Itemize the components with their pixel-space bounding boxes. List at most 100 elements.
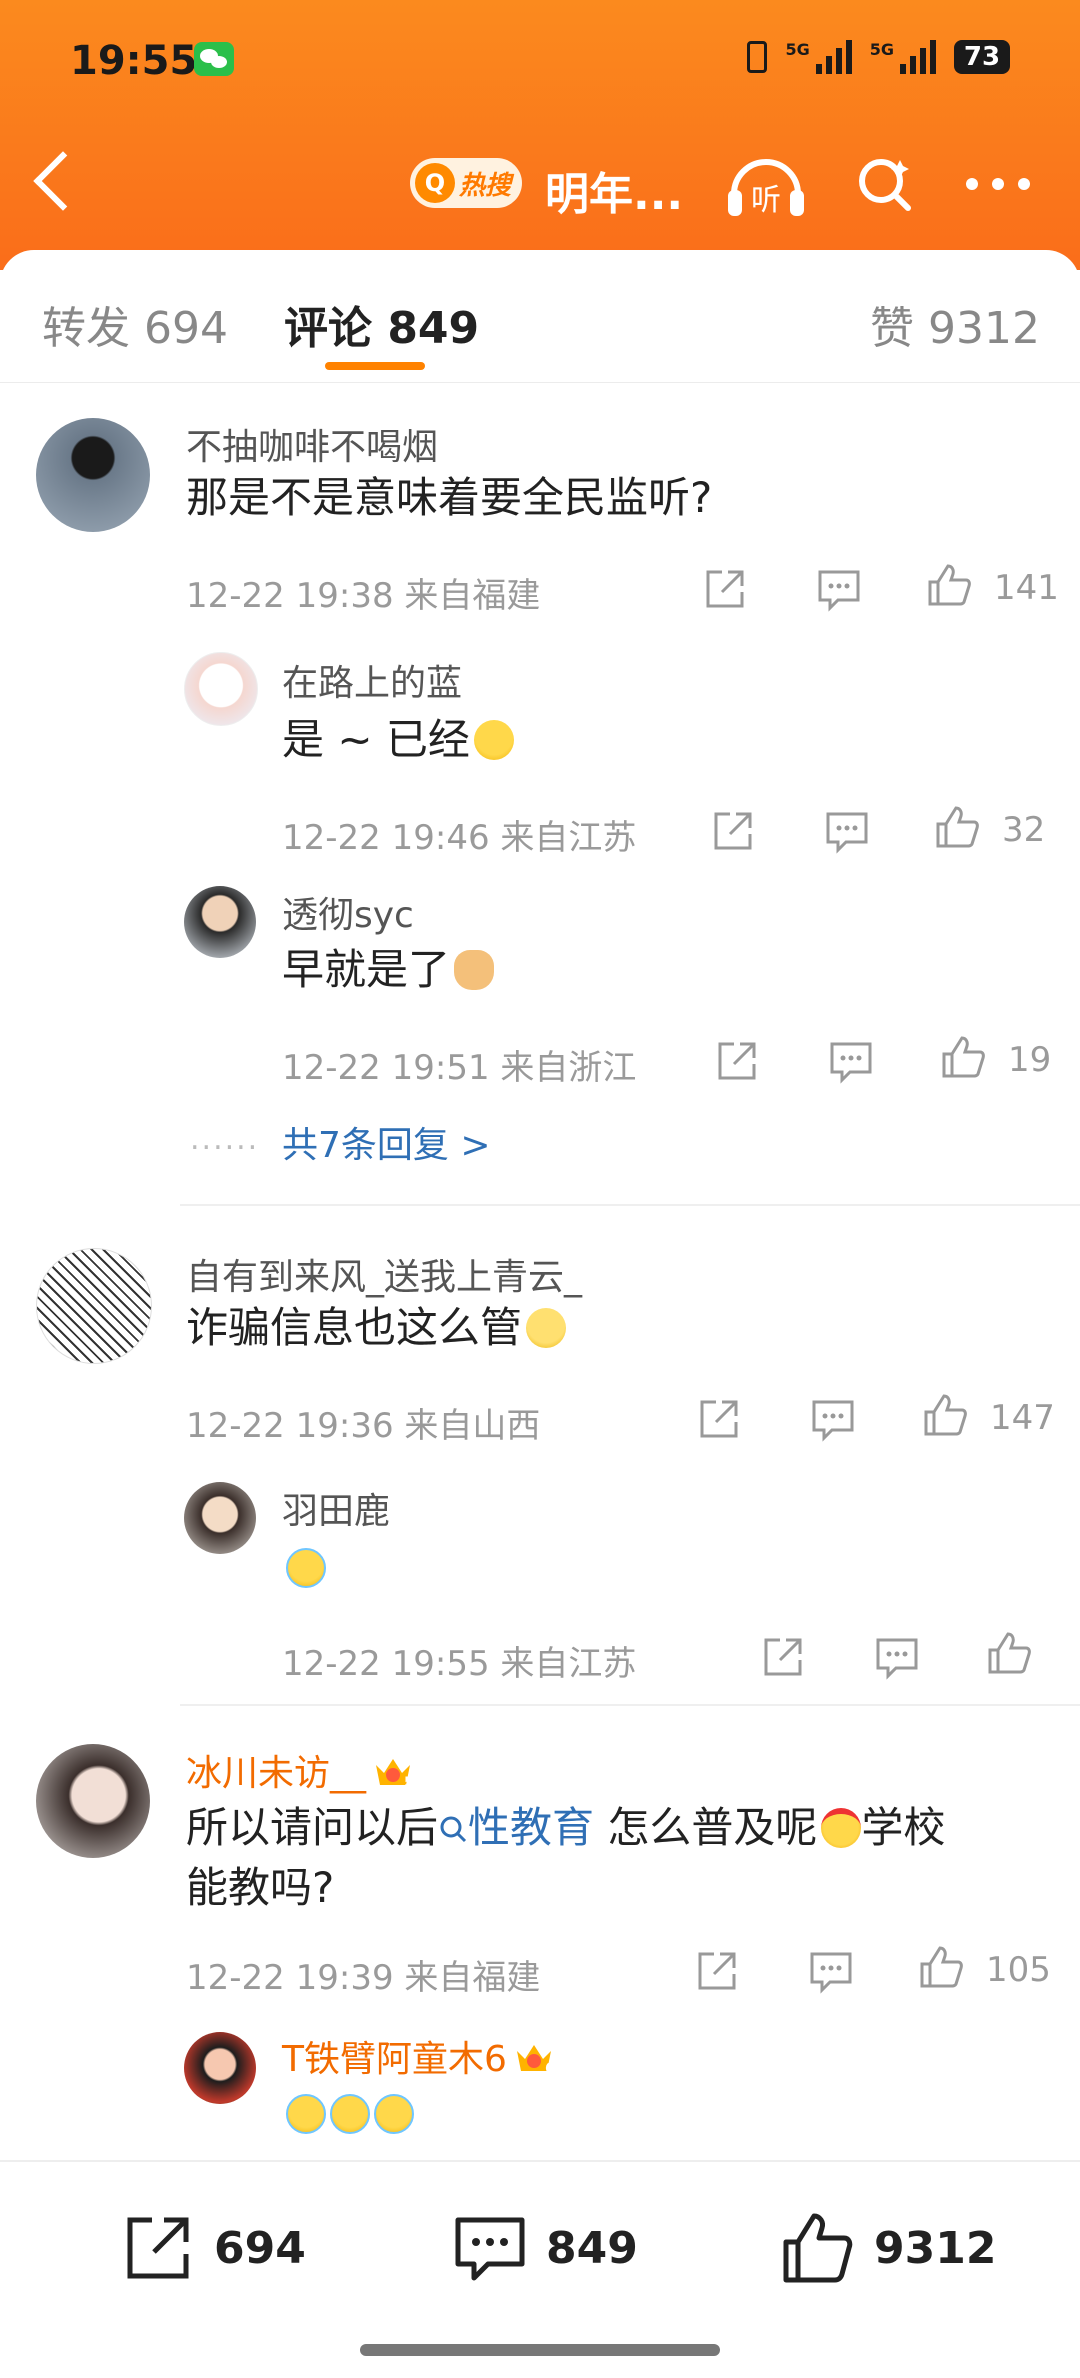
vip-crown-icon: 5 [376,1759,414,1789]
like-button[interactable]: 9312 [780,2210,996,2286]
reply-text-content: 是 ~ 已经 [282,715,470,764]
comment-icon[interactable] [810,1396,856,1442]
like-count: 32 [1002,810,1046,850]
avatar[interactable] [36,1744,150,1858]
topic-link[interactable]: 性教育 [438,1803,594,1852]
repost-count: 694 [214,2222,306,2274]
reply-text: 是 ~ 已经 [282,712,514,768]
repost-button[interactable]: 694 [120,2210,306,2286]
comment-text-content: 诈骗信息也这么管 [186,1303,523,1352]
search-icon[interactable] [856,156,912,212]
comment-text-content: 怎么普及呢 [594,1803,818,1852]
comment-text: 那是不是意味着要全民监听? [186,473,713,522]
vip-crown-icon: 6 [516,2045,555,2075]
reply-text: 早就是了 [282,942,495,998]
reply-username[interactable]: 羽田鹿 [282,1482,390,1534]
comment-meta: 12-22 19:36 来自山西 [186,1406,541,1446]
listen-icon[interactable]: 听 [726,150,806,220]
comment-text-content: 所以请问以后 [186,1803,439,1852]
search-icon: Q [415,163,455,203]
avatar[interactable] [36,418,150,532]
content-card: 转发 694 评论 849 赞 9312 不抽咖啡不喝烟 那是不是意味着要全民监… [0,250,1080,2160]
reply-meta: 12-22 19:46 来自江苏 [282,818,637,858]
comment-username[interactable]: 不抽咖啡不喝烟 [186,418,438,470]
avatar[interactable] [184,2032,256,2104]
svg-text:6: 6 [545,2061,555,2075]
share-icon [127,2217,189,2279]
hot-search-label: 热搜 [459,170,512,201]
like-icon [783,2213,853,2283]
cry-emoji-icon [330,2094,370,2134]
reply-text [282,2086,414,2142]
comment-count: 849 [546,2222,638,2274]
like-icon[interactable] [926,562,972,608]
reply-username[interactable]: T铁臂阿童木6 6 [282,2030,555,2082]
reply-text-content: 早就是了 [282,945,451,994]
more-icon[interactable] [966,178,1030,190]
like-count: 9312 [874,2222,997,2274]
reply-username[interactable]: 在路上的蓝 [282,654,462,706]
comment-icon[interactable] [874,1634,920,1680]
comment-username[interactable]: 自有到来风_送我上青云_ [186,1248,582,1300]
back-icon[interactable] [33,151,93,211]
like-icon[interactable] [922,1392,968,1438]
like-count: 105 [986,1950,1051,1990]
tab-comments[interactable]: 评论 849 [284,292,479,356]
wechat-icon [194,42,234,76]
svg-text:听: 听 [751,183,781,218]
more-replies-link[interactable]: 共7条回复 > [282,1116,491,1168]
battery-icon: 73 [954,40,1010,74]
topic-label[interactable]: 性教育 [468,1803,594,1852]
avatar[interactable] [184,886,256,958]
bottom-action-bar: 694 849 9312 [0,2160,1080,2378]
comment-text: 所以请问以后 性教育 怎么普及呢 学校 [186,1800,945,1856]
like-icon[interactable] [986,1630,1032,1676]
share-icon[interactable] [696,1396,742,1442]
hot-search-badge[interactable]: Q 热搜 [410,158,522,208]
comment-icon [455,2217,525,2281]
share-icon[interactable] [702,566,748,612]
share-icon[interactable] [714,1038,760,1084]
share-icon[interactable] [710,808,756,854]
like-icon[interactable] [940,1034,986,1080]
comment-text-content: 学校 [861,1803,946,1852]
comment-icon[interactable] [828,1038,874,1084]
comment-icon[interactable] [816,566,862,612]
svg-text:5: 5 [404,1775,414,1789]
avatar[interactable] [36,1248,152,1364]
tab-indicator [325,362,425,370]
reply-username[interactable]: 透彻syc [282,886,414,938]
comment-button[interactable]: 849 [452,2210,638,2286]
vip-username[interactable]: T铁臂阿童木6 [282,2039,507,2080]
smile-emoji-icon [526,1308,567,1348]
search-icon [440,1816,467,1843]
comment-icon[interactable] [824,808,870,854]
tab-reposts[interactable]: 转发 694 [42,292,228,356]
status-bar: 19:55 5G 5G 73 [0,38,1080,92]
like-icon[interactable] [918,1944,964,1990]
share-icon[interactable] [760,1634,806,1680]
cheer-emoji-icon [821,1808,862,1848]
nav-bar: Q 热搜 明年... 听 [0,140,1080,230]
reply-meta: 12-22 19:51 来自浙江 [282,1048,637,1088]
signal-icon: 5G [785,40,852,74]
avatar[interactable] [184,1482,256,1554]
cry-emoji-icon [374,2094,414,2134]
header: 19:55 5G 5G 73 Q 热搜 明年... 听 [0,0,1080,270]
page-title[interactable]: 明年... [545,158,683,222]
laugh-emoji-icon [473,720,514,760]
comment-icon[interactable] [808,1948,854,1994]
home-indicator[interactable] [360,2344,720,2356]
avatar[interactable] [184,652,258,726]
vibrate-icon [747,41,768,73]
comment-username[interactable]: 冰川未访__ 5 [186,1744,414,1796]
vip-username[interactable]: 冰川未访__ [186,1753,366,1794]
tab-likes[interactable]: 赞 9312 [870,292,1040,356]
like-icon[interactable] [934,804,980,850]
share-icon[interactable] [694,1948,740,1994]
like-count: 141 [994,568,1059,608]
cry-emoji-icon [286,1548,326,1588]
cry-emoji-icon [286,2094,326,2134]
status-icons: 5G 5G 73 [747,40,1010,74]
divider [180,1704,1080,1706]
